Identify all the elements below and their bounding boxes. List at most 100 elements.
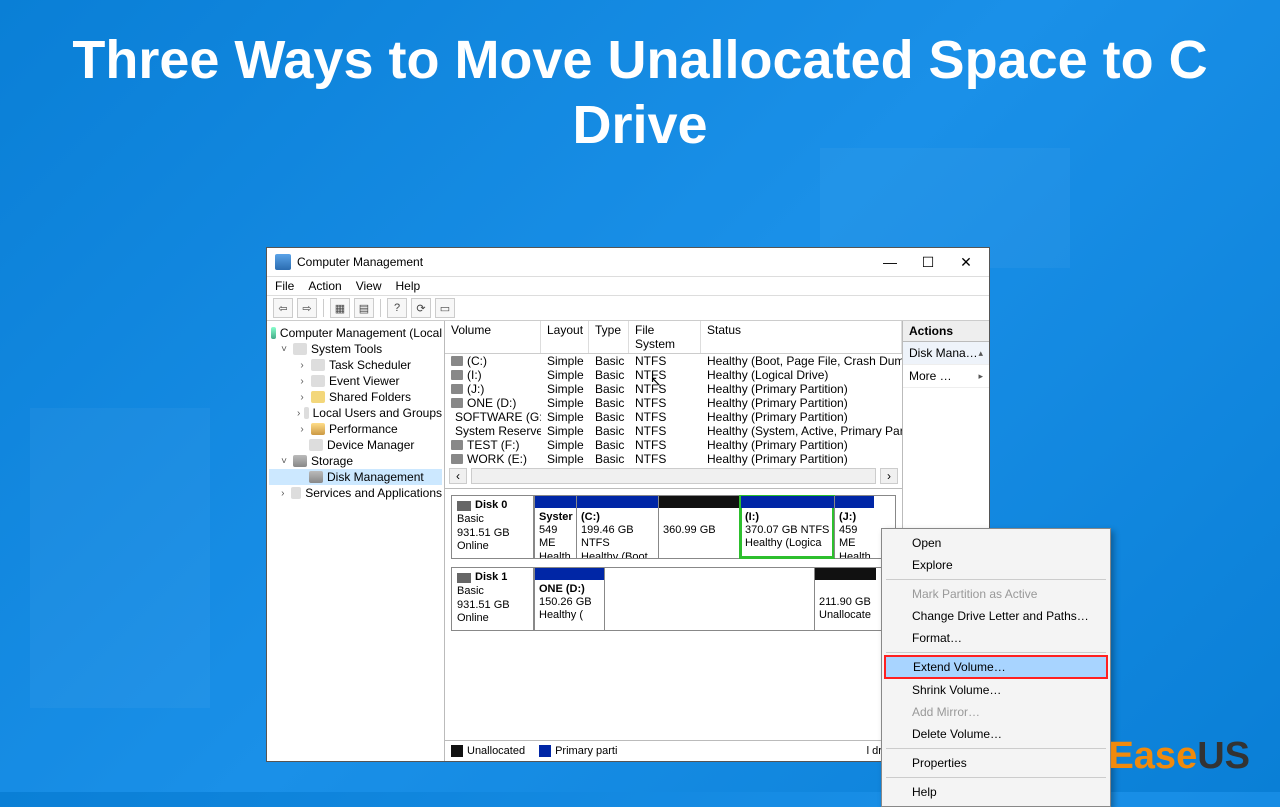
partition[interactable]: (J:)459 MEHealth <box>834 496 874 558</box>
actions-item-more[interactable]: More …▸ <box>903 365 989 388</box>
menu-format[interactable]: Format… <box>884 627 1108 649</box>
disk-icon <box>457 573 471 583</box>
scroll-right-icon[interactable]: › <box>880 468 898 484</box>
volume-row[interactable]: (J:)SimpleBasicNTFSHealthy (Primary Part… <box>445 382 902 396</box>
toolbar-refresh-icon[interactable]: ⟳ <box>411 298 431 318</box>
menu-properties[interactable]: Properties <box>884 752 1108 774</box>
tree-task-scheduler[interactable]: ›Task Scheduler <box>269 357 442 373</box>
tree-system-tools[interactable]: ˅System Tools <box>269 341 442 357</box>
toolbar-btn-2[interactable]: ▤ <box>354 298 374 318</box>
partition-unallocated[interactable]: 360.99 GB <box>658 496 740 558</box>
volume-row[interactable]: System ReservedSimpleBasicNTFSHealthy (S… <box>445 424 902 438</box>
volume-row[interactable]: SOFTWARE (G:)SimpleBasicNTFSHealthy (Pri… <box>445 410 902 424</box>
menu-change-drive-letter[interactable]: Change Drive Letter and Paths… <box>884 605 1108 627</box>
menu-view[interactable]: View <box>356 279 382 293</box>
users-icon <box>304 407 308 419</box>
toolbar-btn-5[interactable]: ▭ <box>435 298 455 318</box>
tools-icon <box>293 343 307 355</box>
tree-local-users[interactable]: ›Local Users and Groups <box>269 405 442 421</box>
scroll-track[interactable] <box>471 468 876 484</box>
navigation-tree[interactable]: Computer Management (Local ˅System Tools… <box>267 321 445 761</box>
hero-title: Three Ways to Move Unallocated Space to … <box>40 28 1240 158</box>
partition[interactable]: (I:)370.07 GB NTFSHealthy (Logica <box>740 496 834 558</box>
actions-item-disk-management[interactable]: Disk Mana…▴ <box>903 342 989 365</box>
volume-row[interactable]: TEST (F:)SimpleBasicNTFSHealthy (Primary… <box>445 438 902 452</box>
partition-unallocated[interactable]: 211.90 GBUnallocate <box>814 568 876 630</box>
collapse-icon[interactable]: ˅ <box>279 344 289 355</box>
toolbar-separator <box>380 299 381 317</box>
menu-mark-active: Mark Partition as Active <box>884 583 1108 605</box>
volume-row[interactable]: (C:)SimpleBasicNTFSHealthy (Boot, Page F… <box>445 354 902 368</box>
folder-icon <box>311 391 325 403</box>
toolbar-help-icon[interactable]: ? <box>387 298 407 318</box>
menu-file[interactable]: File <box>275 279 294 293</box>
expand-icon[interactable]: › <box>297 408 300 419</box>
column-type[interactable]: Type <box>589 321 629 353</box>
volume-row[interactable]: ONE (D:)SimpleBasicNTFSHealthy (Primary … <box>445 396 902 410</box>
column-layout[interactable]: Layout <box>541 321 589 353</box>
menu-delete-volume[interactable]: Delete Volume… <box>884 723 1108 745</box>
volume-row[interactable]: (I:)SimpleBasicNTFSHealthy (Logical Driv… <box>445 368 902 382</box>
partition[interactable]: (C:)199.46 GB NTFSHealthy (Boot, P <box>576 496 658 558</box>
scroll-left-icon[interactable]: ‹ <box>449 468 467 484</box>
column-status[interactable]: Status <box>701 321 902 353</box>
partition[interactable]: Syster549 MEHealth <box>534 496 576 558</box>
menu-explore[interactable]: Explore <box>884 554 1108 576</box>
disk-label[interactable]: Disk 0Basic931.51 GBOnline <box>452 496 534 558</box>
expand-icon[interactable]: › <box>279 488 287 499</box>
column-filesystem[interactable]: File System <box>629 321 701 353</box>
collapse-icon[interactable]: ˅ <box>279 456 289 467</box>
tree-services-apps[interactable]: ›Services and Applications <box>269 485 442 501</box>
maximize-button[interactable]: ☐ <box>909 251 947 273</box>
disk-management-view: Volume Layout Type File System Status (C… <box>445 321 903 761</box>
legend-unallocated: Unallocated <box>451 745 525 757</box>
menu-help[interactable]: Help <box>884 781 1108 803</box>
event-icon <box>311 375 325 387</box>
legend-primary: Primary parti <box>539 745 617 757</box>
minimize-button[interactable]: — <box>871 251 909 273</box>
tree-device-manager[interactable]: Device Manager <box>269 437 442 453</box>
toolbar-btn-1[interactable]: ▦ <box>330 298 350 318</box>
tree-shared-folders[interactable]: ›Shared Folders <box>269 389 442 405</box>
expand-icon[interactable]: › <box>297 376 307 387</box>
close-button[interactable]: ✕ <box>947 251 985 273</box>
expand-icon[interactable]: › <box>297 360 307 371</box>
toolbar-forward-icon[interactable]: ⇨ <box>297 298 317 318</box>
volume-row[interactable]: WORK (E:)SimpleBasicNTFSHealthy (Primary… <box>445 452 902 466</box>
tree-performance[interactable]: ›Performance <box>269 421 442 437</box>
column-volume[interactable]: Volume <box>445 321 541 353</box>
menu-open[interactable]: Open <box>884 532 1108 554</box>
tree-root[interactable]: Computer Management (Local <box>269 325 442 341</box>
disk-row[interactable]: Disk 1Basic931.51 GBOnlineONE (D:)150.26… <box>451 567 896 631</box>
toolbar-back-icon[interactable]: ⇦ <box>273 298 293 318</box>
horizontal-scrollbar[interactable]: ‹ › <box>445 466 902 488</box>
tree-storage[interactable]: ˅Storage <box>269 453 442 469</box>
menu-extend-volume[interactable]: Extend Volume… <box>885 656 1107 678</box>
expand-icon[interactable]: › <box>297 392 307 403</box>
menu-help[interactable]: Help <box>396 279 421 293</box>
disk-row[interactable]: Disk 0Basic931.51 GBOnlineSyster549 MEHe… <box>451 495 896 559</box>
menu-bar: File Action View Help <box>267 277 989 296</box>
drive-icon <box>451 440 463 450</box>
menu-action[interactable]: Action <box>308 279 341 293</box>
partition[interactable]: ONE (D:)150.26 GBHealthy ( <box>534 568 604 630</box>
actions-header: Actions <box>903 321 989 342</box>
services-icon <box>291 487 302 499</box>
toolbar: ⇦ ⇨ ▦ ▤ ? ⟳ ▭ <box>267 296 989 321</box>
volume-table-header[interactable]: Volume Layout Type File System Status <box>445 321 902 354</box>
brand-prefix: Ease <box>1108 735 1197 777</box>
disk-icon <box>309 471 323 483</box>
tree-event-viewer[interactable]: ›Event Viewer <box>269 373 442 389</box>
menu-add-mirror: Add Mirror… <box>884 701 1108 723</box>
legend-swatch-icon <box>451 745 463 757</box>
tree-disk-management[interactable]: Disk Management <box>269 469 442 485</box>
menu-shrink-volume[interactable]: Shrink Volume… <box>884 679 1108 701</box>
volume-table-body[interactable]: (C:)SimpleBasicNTFSHealthy (Boot, Page F… <box>445 354 902 466</box>
device-icon <box>309 439 323 451</box>
menu-separator <box>886 777 1106 778</box>
disk-graphical-view[interactable]: Disk 0Basic931.51 GBOnlineSyster549 MEHe… <box>445 488 902 740</box>
expand-icon[interactable]: › <box>297 424 307 435</box>
drive-icon <box>451 454 463 464</box>
window-titlebar[interactable]: Computer Management — ☐ ✕ <box>267 248 989 277</box>
disk-label[interactable]: Disk 1Basic931.51 GBOnline <box>452 568 534 630</box>
